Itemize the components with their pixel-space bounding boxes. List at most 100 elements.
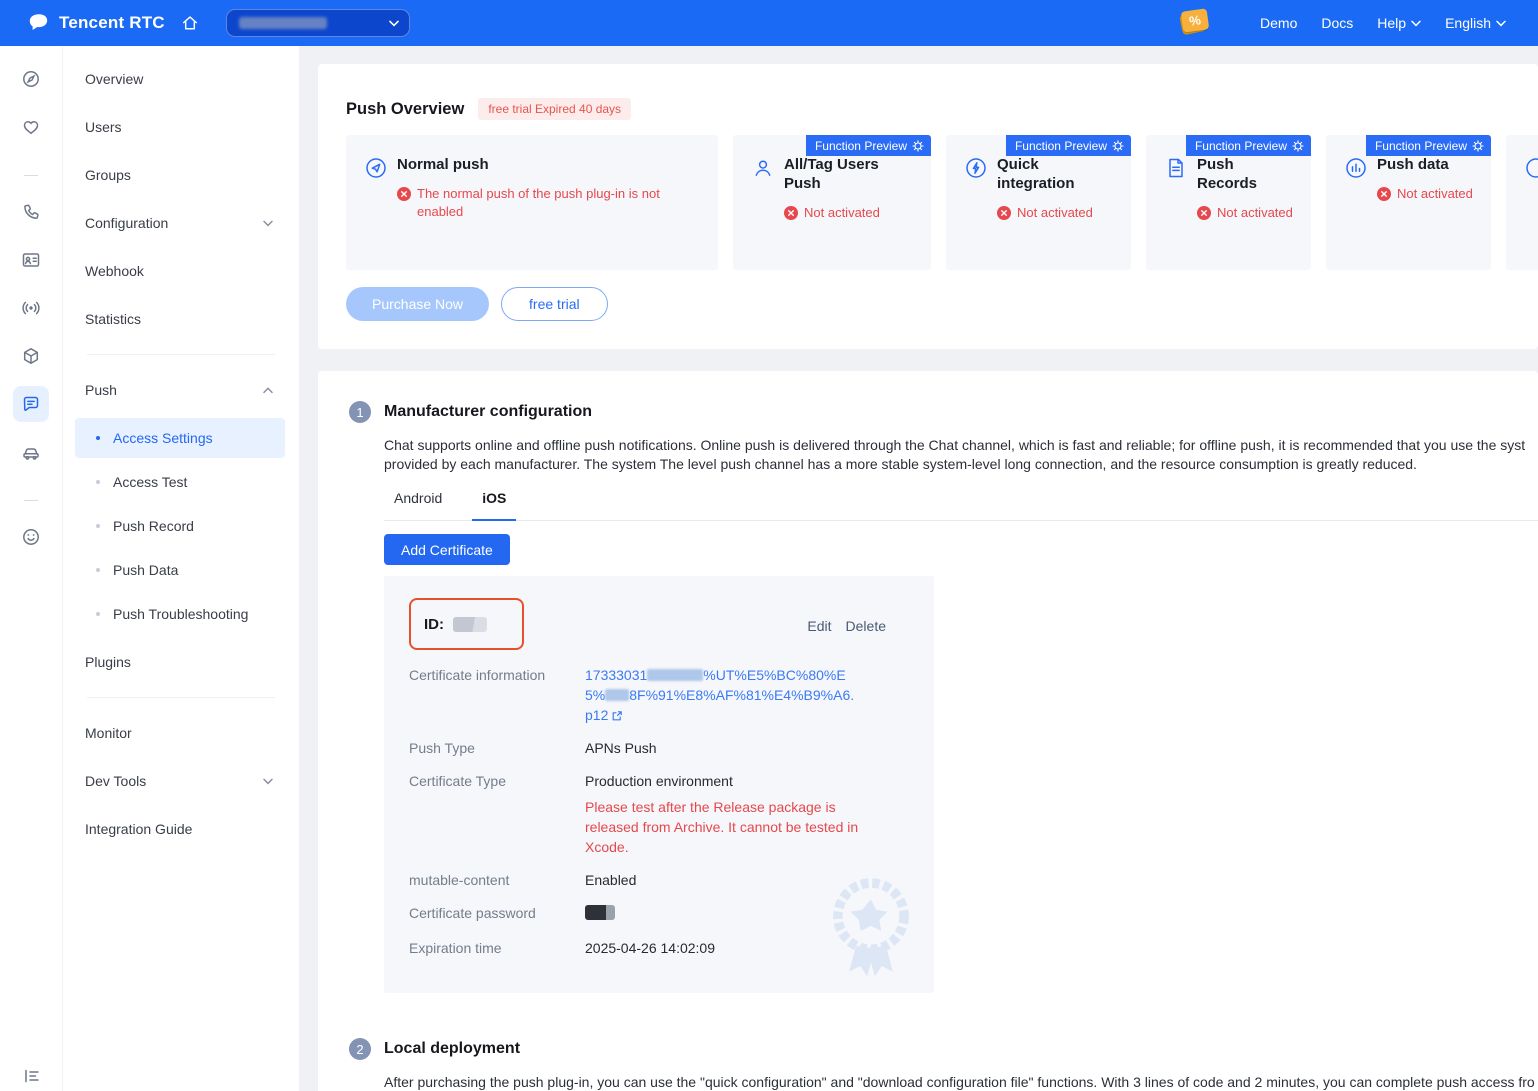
cube-icon[interactable] bbox=[21, 332, 41, 380]
expiration-time-value: 2025-04-26 14:02:09 bbox=[585, 938, 715, 958]
certificate-row-password: Certificate password bbox=[409, 903, 909, 925]
certificate-type-warning: Please test after the Release package is… bbox=[585, 797, 865, 857]
feature-status-text: The normal push of the push plug-in is n… bbox=[417, 185, 700, 221]
sidebar-item-access-test[interactable]: Access Test bbox=[75, 462, 285, 502]
nav-docs[interactable]: Docs bbox=[1321, 15, 1353, 31]
link-text: 17333031 bbox=[585, 667, 647, 683]
error-icon bbox=[397, 187, 411, 201]
push-overview-card: Push Overview free trial Expired 40 days… bbox=[318, 64, 1538, 349]
row-label: Push Type bbox=[409, 738, 585, 758]
home-icon[interactable] bbox=[181, 14, 199, 32]
id-card-icon[interactable] bbox=[21, 236, 41, 284]
sidebar-item-groups[interactable]: Groups bbox=[63, 151, 299, 199]
purchase-now-button[interactable]: Purchase Now bbox=[346, 287, 489, 321]
compass-icon[interactable] bbox=[21, 55, 41, 103]
feature-status: Not activated bbox=[1377, 185, 1473, 203]
step-number-2: 2 bbox=[349, 1038, 371, 1060]
chevron-down-icon bbox=[1411, 20, 1421, 27]
tencent-rtc-logo-icon bbox=[28, 12, 50, 34]
sidebar-item-integration-guide[interactable]: Integration Guide bbox=[63, 805, 299, 853]
sidebar-item-webhook[interactable]: Webhook bbox=[63, 247, 299, 295]
local-deployment-title: Local deployment bbox=[384, 1040, 520, 1058]
tab-android[interactable]: Android bbox=[384, 490, 452, 520]
row-label: Certificate information bbox=[409, 665, 585, 725]
sidebar-item-access-settings[interactable]: Access Settings bbox=[75, 418, 285, 458]
chevron-down-icon bbox=[263, 220, 273, 227]
certificate-type-value: Production environment bbox=[585, 771, 865, 791]
sidebar-label: Webhook bbox=[85, 263, 144, 279]
ribbon-label: Function Preview bbox=[1195, 139, 1287, 153]
sidebar-item-statistics[interactable]: Statistics bbox=[63, 295, 299, 343]
feature-status-text: Not activated bbox=[1217, 204, 1293, 222]
feature-title: Normal push bbox=[397, 155, 700, 174]
sidebar-label: Groups bbox=[85, 167, 131, 183]
external-link-icon bbox=[611, 710, 623, 722]
free-trial-button[interactable]: free trial bbox=[501, 287, 608, 321]
sidebar-item-push-data[interactable]: Push Data bbox=[75, 550, 285, 590]
sidebar-item-plugins[interactable]: Plugins bbox=[63, 638, 299, 686]
circle-icon bbox=[1524, 156, 1538, 180]
phone-icon[interactable] bbox=[21, 188, 41, 236]
delete-link[interactable]: Delete bbox=[846, 618, 886, 634]
row-label: Certificate Type bbox=[409, 771, 585, 857]
sidebar-item-configuration[interactable]: Configuration bbox=[63, 199, 299, 247]
broadcast-icon[interactable] bbox=[21, 284, 41, 332]
chevron-down-icon bbox=[263, 778, 273, 785]
feature-card-normal-push: Normal push The normal push of the push … bbox=[346, 135, 718, 270]
certificate-row-expiration: Expiration time 2025-04-26 14:02:09 bbox=[409, 938, 909, 958]
nav-help[interactable]: Help bbox=[1377, 15, 1421, 31]
topbar: Tencent RTC % Demo Docs Help English bbox=[0, 0, 1538, 46]
bullet-icon bbox=[96, 480, 100, 484]
feature-status-text: Not activated bbox=[804, 204, 880, 222]
chevron-down-icon bbox=[389, 20, 399, 27]
rail-divider bbox=[24, 175, 38, 176]
nav-language[interactable]: English bbox=[1445, 15, 1506, 31]
feature-card-partial: Function Preview bbox=[1506, 135, 1538, 270]
feature-status: Not activated bbox=[997, 204, 1113, 222]
document-icon bbox=[1164, 156, 1188, 180]
add-certificate-button[interactable]: Add Certificate bbox=[384, 534, 510, 565]
app-selector-dropdown[interactable] bbox=[226, 9, 410, 37]
edit-link[interactable]: Edit bbox=[807, 618, 831, 634]
sidebar-label: Access Test bbox=[113, 474, 187, 490]
sidebar-item-overview[interactable]: Overview bbox=[63, 55, 299, 103]
sidebar-item-dev-tools[interactable]: Dev Tools bbox=[63, 757, 299, 805]
sidebar-item-push-record[interactable]: Push Record bbox=[75, 506, 285, 546]
feature-status: The normal push of the push plug-in is n… bbox=[397, 185, 700, 221]
sidebar-label: Access Settings bbox=[113, 430, 213, 446]
heart-icon[interactable] bbox=[21, 103, 41, 151]
certificate-id-box: ID: bbox=[409, 598, 524, 650]
tab-ios[interactable]: iOS bbox=[472, 490, 516, 521]
collapse-sidebar-icon[interactable] bbox=[0, 1067, 63, 1085]
row-label: mutable-content bbox=[409, 870, 585, 890]
app-selector-redacted-value bbox=[239, 17, 327, 29]
nav-language-label: English bbox=[1445, 15, 1491, 31]
car-icon[interactable] bbox=[21, 428, 41, 476]
function-preview-gear-icon bbox=[1112, 140, 1124, 152]
chevron-down-icon bbox=[1496, 20, 1506, 27]
configuration-card: 1 Manufacturer configuration Chat suppor… bbox=[318, 371, 1538, 1091]
certificate-panel: ID: Edit Delete Certificate information … bbox=[384, 576, 934, 993]
smiley-icon[interactable] bbox=[21, 513, 41, 561]
coupon-icon[interactable]: % bbox=[1178, 8, 1210, 38]
feature-title: All/Tag Users Push bbox=[784, 155, 913, 193]
password-redacted bbox=[585, 905, 615, 920]
certificate-row-push-type: Push Type APNs Push bbox=[409, 738, 909, 758]
sidebar-divider bbox=[87, 354, 275, 355]
sidebar-item-monitor[interactable]: Monitor bbox=[63, 709, 299, 757]
nav-demo[interactable]: Demo bbox=[1260, 15, 1297, 31]
description-line: After purchasing the push plug-in, you c… bbox=[384, 1073, 1538, 1091]
certificate-file-link[interactable]: 17333031%UT%E5%BC%80%E5%8F%91%E8%AF%81%E… bbox=[585, 665, 857, 725]
chat-icon-active[interactable] bbox=[13, 380, 49, 428]
sidebar-item-users[interactable]: Users bbox=[63, 103, 299, 151]
manufacturer-description: Chat supports online and offline push no… bbox=[384, 436, 1538, 474]
feature-status-text: Not activated bbox=[1397, 185, 1473, 203]
sidebar-label: Dev Tools bbox=[85, 773, 146, 789]
ribbon-label: Function Preview bbox=[1375, 139, 1467, 153]
sidebar-label: Plugins bbox=[85, 654, 131, 670]
feature-title: Push data bbox=[1377, 155, 1473, 174]
certificate-row-mutable-content: mutable-content Enabled bbox=[409, 870, 909, 890]
platform-tabs: Android iOS bbox=[384, 490, 1538, 521]
sidebar-item-push-troubleshooting[interactable]: Push Troubleshooting bbox=[75, 594, 285, 634]
sidebar-item-push[interactable]: Push bbox=[63, 366, 299, 414]
